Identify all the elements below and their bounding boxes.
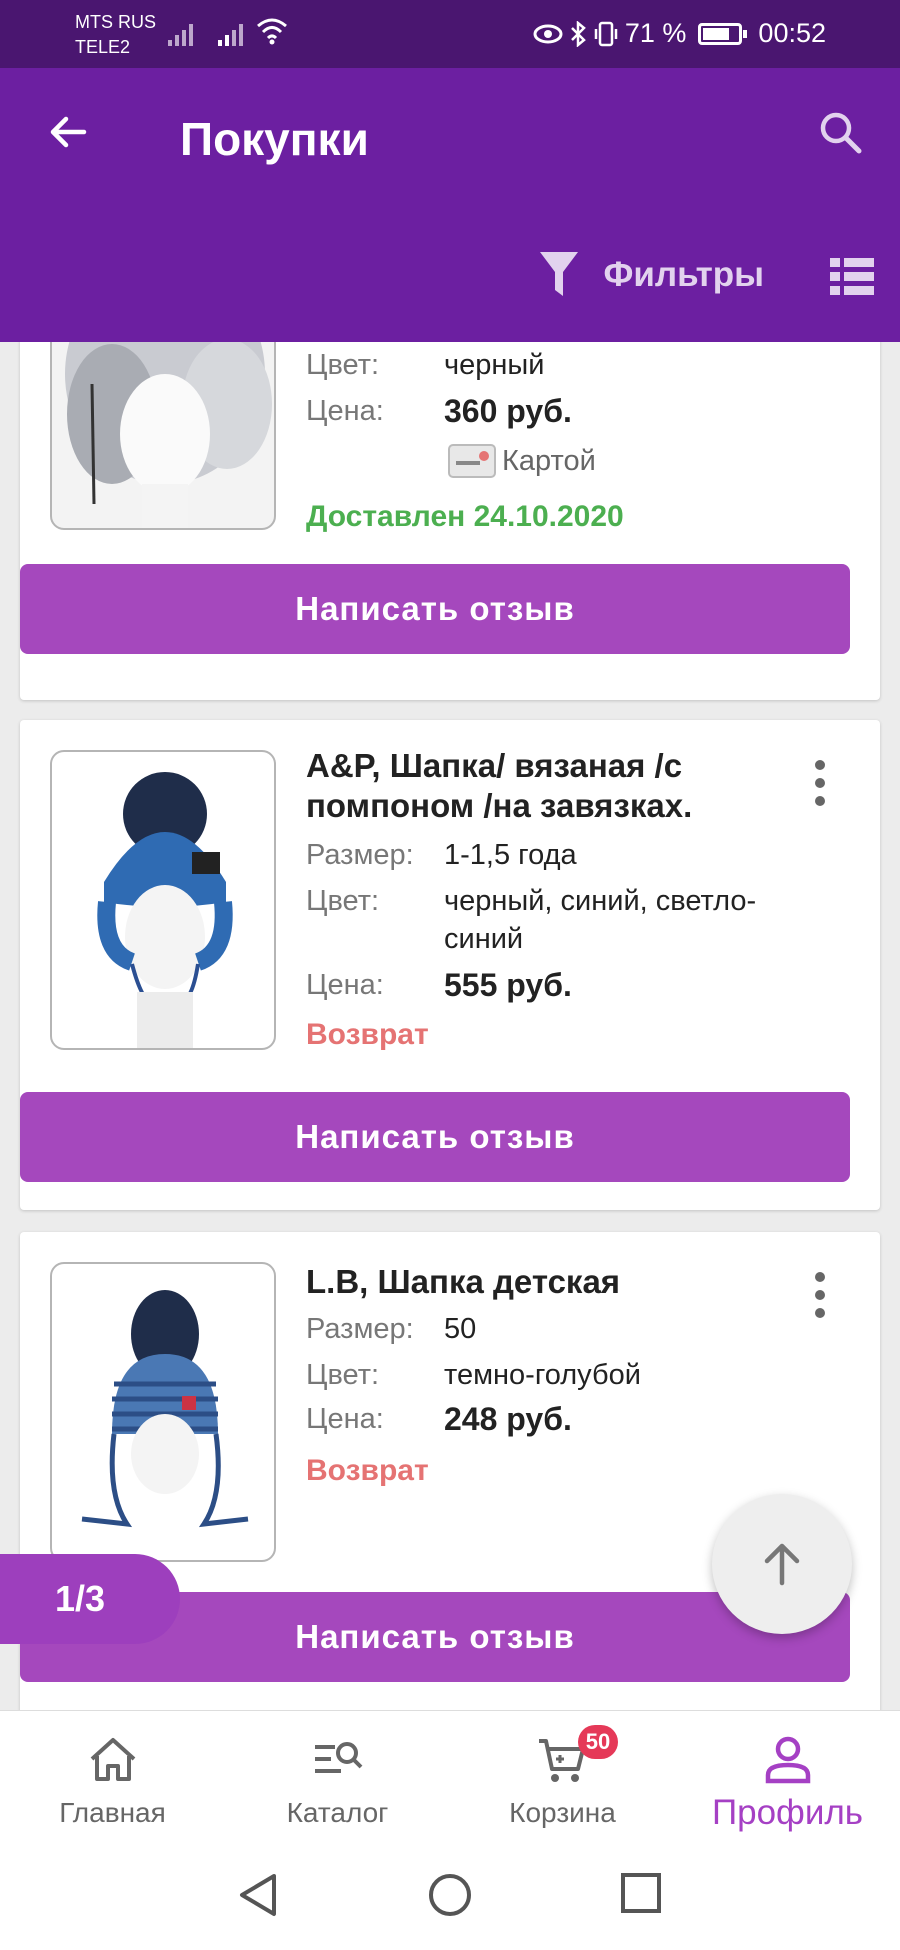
nav-cart-label: Корзина [509,1797,616,1828]
list-view-icon[interactable] [830,258,874,296]
system-home-icon[interactable] [427,1872,473,1918]
order-status-refund: Возврат [306,1454,429,1487]
search-icon[interactable] [816,108,864,156]
nav-cart[interactable]: 50 Корзина [450,1711,675,1844]
order-status-refund: Возврат [306,1018,429,1051]
nav-catalog[interactable]: Каталог [225,1711,450,1844]
arrow-up-icon [764,1543,800,1586]
status-right: 71 % 00:52 [533,18,826,49]
order-status-delivered: Доставлен 24.10.2020 [306,500,624,533]
write-review-button[interactable]: Написать отзыв [20,564,850,654]
cart-count-badge: 50 [578,1725,618,1759]
carrier-2: TELE2 [75,37,131,57]
order-card: A&P, Шапка/ вязаная /с помпоном /на завя… [20,720,880,1210]
eye-icon [533,24,563,43]
payment-method: Картой [448,444,596,478]
system-recents-icon[interactable] [620,1872,662,1914]
bottom-navigation: Главная Каталог 50 Корзина Профиль [0,1710,900,1844]
vibrate-icon [594,21,618,46]
scroll-to-top-button[interactable] [712,1494,852,1634]
product-image [50,342,276,530]
filters-label: Фильтры [603,255,764,294]
system-back-icon[interactable] [236,1872,280,1918]
home-icon [90,1738,135,1781]
product-image [50,750,276,1050]
product-image [50,1262,276,1562]
nav-profile[interactable]: Профиль [675,1711,900,1844]
carrier-info: MTS RUS TELE2 [75,10,156,60]
credit-card-icon [448,444,496,478]
filter-icon [539,252,578,296]
bluetooth-icon [570,20,586,47]
status-bar: MTS RUS TELE2 71 % 00:52 [0,0,900,68]
profile-icon [765,1736,810,1784]
catalog-search-icon [314,1742,362,1773]
signal-1-icon [168,22,198,46]
wifi-icon [257,18,287,45]
clock: 00:52 [758,18,826,48]
app-bar: Покупки Фильтры [0,68,900,342]
more-options-icon[interactable] [810,760,830,806]
battery-icon [698,22,748,45]
nav-catalog-label: Каталог [286,1797,389,1828]
back-arrow-icon[interactable] [44,108,92,156]
signal-2-icon [218,22,248,46]
product-name[interactable]: A&P, Шапка/ вязаная /с помпоном /на завя… [306,746,766,826]
nav-home-label: Главная [59,1797,166,1828]
nav-home[interactable]: Главная [0,1711,225,1844]
product-name[interactable]: L.B, Шапка детская [306,1262,766,1302]
page-indicator: 1/3 [0,1554,180,1644]
more-options-icon[interactable] [810,1272,830,1318]
battery-percent: 71 % [624,18,687,48]
carrier-1: MTS RUS [75,12,156,32]
system-navigation-bar [0,1844,900,1950]
nav-profile-label: Профиль [711,1793,864,1832]
order-card: Цвет: черный Цена: 360 руб. Картой Доставл… [20,342,880,700]
page-title: Покупки [180,113,369,165]
write-review-button[interactable]: Написать отзыв [20,1092,850,1182]
filters-button[interactable]: Фильтры [538,250,764,300]
